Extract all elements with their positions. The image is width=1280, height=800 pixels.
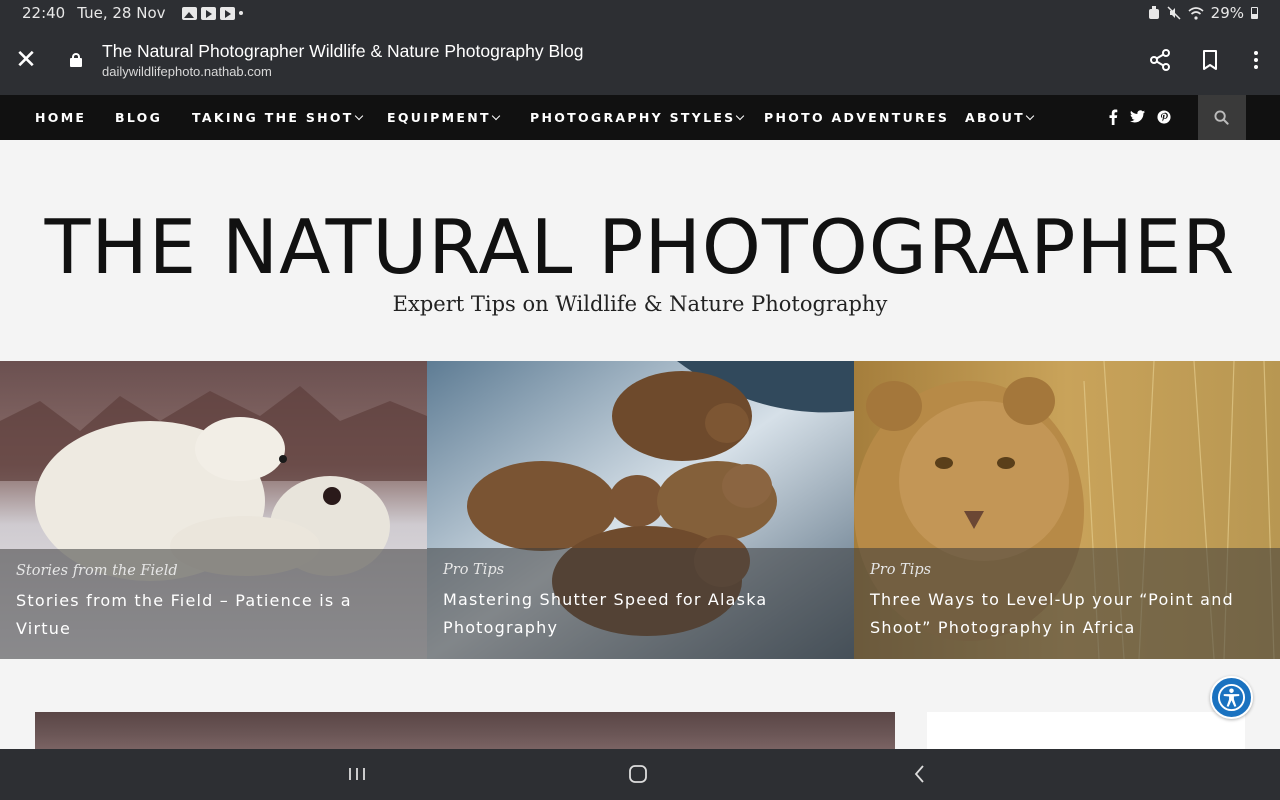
browser-toolbar: ✕ The Natural Photographer Wildlife & Na… — [0, 28, 1280, 95]
search-button[interactable] — [1198, 95, 1246, 140]
chevron-down-icon — [736, 111, 745, 121]
mute-icon — [1167, 6, 1181, 20]
status-date: Tue, 28 Nov — [77, 4, 166, 22]
featured-post-card[interactable]: Pro Tips Mastering Shutter Speed for Ala… — [427, 361, 854, 659]
browser-page-title: The Natural Photographer Wildlife & Natu… — [102, 41, 584, 61]
featured-post-card[interactable]: Pro Tips Three Ways to Level-Up your “Po… — [854, 361, 1280, 659]
system-navigation-bar — [0, 749, 1280, 800]
nav-item-label: BLOG — [115, 110, 163, 125]
nav-item-label: EQUIPMENT — [387, 110, 491, 125]
nav-item-label: HOME — [35, 110, 87, 125]
site-title[interactable]: THE NATURAL PHOTOGRAPHER — [0, 202, 1280, 292]
close-tab-button[interactable]: ✕ — [14, 47, 38, 73]
site-header: THE NATURAL PHOTOGRAPHER Expert Tips on … — [0, 140, 1280, 361]
featured-post-card[interactable]: Stories from the Field Stories from the … — [0, 361, 427, 659]
featured-post-caption: Pro Tips Mastering Shutter Speed for Ala… — [427, 548, 854, 659]
wifi-icon — [1188, 6, 1204, 20]
lock-icon — [70, 53, 82, 67]
featured-post-category[interactable]: Stories from the Field — [16, 563, 411, 579]
twitter-icon[interactable] — [1130, 110, 1145, 123]
gallery-notification-icon — [181, 6, 197, 20]
facebook-icon[interactable] — [1108, 109, 1118, 125]
chevron-down-icon — [491, 111, 501, 121]
site-main-nav: HOME BLOG TAKING THE SHOT EQUIPMENT PHOT… — [0, 95, 1280, 140]
back-icon[interactable] — [910, 763, 930, 785]
accessibility-button[interactable] — [1210, 676, 1253, 719]
nav-item-photo-adventures[interactable]: PHOTO ADVENTURES — [764, 95, 949, 140]
chevron-down-icon — [354, 111, 363, 121]
nav-item-label: PHOTOGRAPHY STYLES — [530, 110, 736, 125]
featured-post-title[interactable]: Stories from the Field – Patience is a V… — [16, 587, 411, 643]
browser-url[interactable]: dailywildlifephoto.nathab.com — [102, 64, 272, 79]
featured-post-category[interactable]: Pro Tips — [443, 562, 838, 578]
featured-post-title[interactable]: Mastering Shutter Speed for Alaska Photo… — [443, 586, 838, 642]
accessibility-icon — [1217, 683, 1246, 712]
youtube-notification-icon — [200, 6, 216, 20]
nav-item-blog[interactable]: BLOG — [115, 95, 162, 140]
featured-post-caption: Stories from the Field Stories from the … — [0, 549, 427, 659]
nav-item-taking-the-shot[interactable]: TAKING THE SHOT — [192, 95, 363, 140]
chevron-down-icon — [1025, 111, 1035, 121]
share-icon[interactable] — [1148, 48, 1172, 72]
battery-percent: 29% — [1210, 4, 1244, 22]
post-featured-image[interactable] — [35, 712, 895, 749]
nav-item-equipment[interactable]: EQUIPMENT — [387, 95, 501, 140]
youtube-notification-icon — [219, 6, 235, 20]
home-icon[interactable] — [628, 763, 648, 785]
more-options-icon[interactable] — [1244, 48, 1268, 72]
nav-item-home[interactable]: HOME — [35, 95, 86, 140]
status-time: 22:40 — [22, 4, 66, 22]
alarm-icon — [1148, 6, 1159, 19]
featured-post-title[interactable]: Three Ways to Level-Up your “Point and S… — [870, 586, 1264, 642]
nav-item-label: ABOUT — [965, 110, 1026, 125]
pinterest-icon[interactable] — [1157, 110, 1171, 124]
battery-icon — [1251, 7, 1258, 19]
featured-posts: Stories from the Field Stories from the … — [0, 361, 1280, 659]
nav-item-photography-styles[interactable]: PHOTOGRAPHY STYLES — [530, 95, 745, 140]
nav-item-label: TAKING THE SHOT — [192, 110, 354, 125]
recent-apps-icon[interactable] — [347, 763, 367, 785]
status-bar: 22:40 Tue, 28 Nov 29% — [0, 0, 1280, 28]
search-icon — [1214, 110, 1229, 125]
site-tagline: Expert Tips on Wildlife & Nature Photogr… — [392, 292, 888, 316]
more-notifications-icon — [238, 11, 243, 15]
featured-post-caption: Pro Tips Three Ways to Level-Up your “Po… — [854, 548, 1280, 659]
sidebar-widget — [927, 712, 1245, 749]
nav-item-label: PHOTO ADVENTURES — [764, 110, 950, 125]
bookmark-icon[interactable] — [1198, 48, 1222, 72]
featured-post-category[interactable]: Pro Tips — [870, 562, 1264, 578]
nav-item-about[interactable]: ABOUT — [965, 95, 1035, 140]
